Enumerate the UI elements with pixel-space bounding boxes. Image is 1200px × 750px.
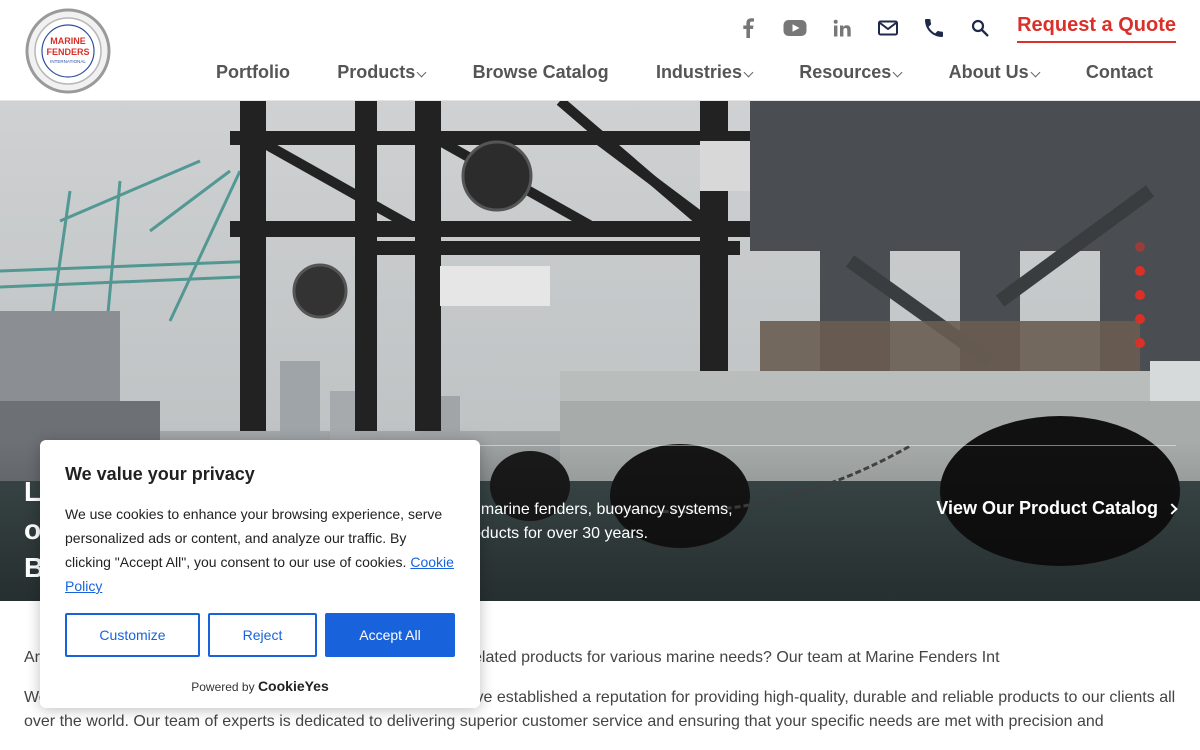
- email-icon[interactable]: [877, 17, 899, 39]
- hero-description: f marine fenders, buoyancy systems, oduc…: [472, 501, 733, 542]
- slider-dot[interactable]: [1135, 314, 1145, 324]
- site-logo[interactable]: MARINE FENDERS INTERNATIONAL: [25, 8, 111, 94]
- nav-item-portfolio[interactable]: Portfolio: [216, 62, 290, 83]
- chevron-down-icon: [743, 67, 754, 78]
- search-icon[interactable]: [969, 17, 991, 39]
- powered-by: Powered by CookieYes: [40, 678, 480, 694]
- nav-item-label: Industries: [655, 62, 742, 82]
- nav-item-label: Resources: [799, 62, 892, 82]
- chevron-down-icon: [416, 67, 427, 78]
- main-nav: Portfolio Products Browse Catalog Indust…: [216, 62, 1153, 83]
- cookie-text: We use cookies to enhance your browsing …: [65, 506, 443, 570]
- nav-item-about-us[interactable]: About Us: [948, 62, 1041, 83]
- powered-by-label: Powered by: [191, 680, 255, 694]
- nav-item-label: Browse Catalog: [472, 62, 609, 82]
- accept-all-button[interactable]: Accept All: [325, 613, 455, 657]
- svg-text:INTERNATIONAL: INTERNATIONAL: [50, 59, 86, 64]
- slider-dot[interactable]: [1135, 242, 1145, 252]
- chevron-down-icon: [892, 67, 903, 78]
- cookie-buttons: Customize Reject Accept All: [65, 613, 455, 657]
- nav-item-browse-catalog[interactable]: Browse Catalog: [473, 62, 609, 83]
- slider-pagination: [1135, 242, 1145, 362]
- linkedin-icon[interactable]: [831, 17, 853, 39]
- view-catalog-link[interactable]: View Our Product Catalog: [936, 498, 1178, 519]
- facebook-icon[interactable]: [737, 17, 759, 39]
- youtube-icon[interactable]: [783, 17, 807, 39]
- cookie-consent-banner: We value your privacy We use cookies to …: [40, 440, 480, 708]
- chevron-down-icon: [1030, 67, 1041, 78]
- hero-divider: [480, 445, 1176, 446]
- nav-item-products[interactable]: Products: [337, 62, 427, 83]
- nav-item-label: Contact: [1085, 62, 1153, 82]
- request-quote-button[interactable]: Request a Quote: [1017, 14, 1176, 43]
- nav-item-label: About Us: [948, 62, 1029, 82]
- slider-dot[interactable]: [1135, 266, 1145, 276]
- customize-button[interactable]: Customize: [65, 613, 200, 657]
- phone-icon[interactable]: [923, 17, 945, 39]
- chevron-right-icon: [1166, 502, 1178, 515]
- reject-button[interactable]: Reject: [208, 613, 317, 657]
- nav-item-label: Portfolio: [216, 62, 290, 82]
- logo-emblem-icon: MARINE FENDERS INTERNATIONAL: [25, 8, 111, 94]
- nav-item-resources[interactable]: Resources: [799, 62, 903, 83]
- utility-bar: Request a Quote: [737, 10, 1176, 46]
- svg-text:FENDERS: FENDERS: [46, 47, 89, 57]
- cookie-description: We use cookies to enhance your browsing …: [65, 502, 455, 598]
- site-header: MARINE FENDERS INTERNATIONAL Request a Q…: [0, 0, 1200, 101]
- cookieyes-logo: CookieYes: [257, 678, 329, 694]
- svg-text:MARINE: MARINE: [50, 36, 86, 46]
- nav-item-industries[interactable]: Industries: [655, 62, 754, 83]
- slider-dot[interactable]: [1135, 338, 1145, 348]
- nav-item-contact[interactable]: Contact: [1086, 62, 1153, 83]
- slider-dot[interactable]: [1135, 290, 1145, 300]
- cookie-title: We value your privacy: [65, 464, 255, 484]
- view-catalog-label: View Our Product Catalog: [936, 498, 1158, 518]
- nav-item-label: Products: [337, 62, 416, 82]
